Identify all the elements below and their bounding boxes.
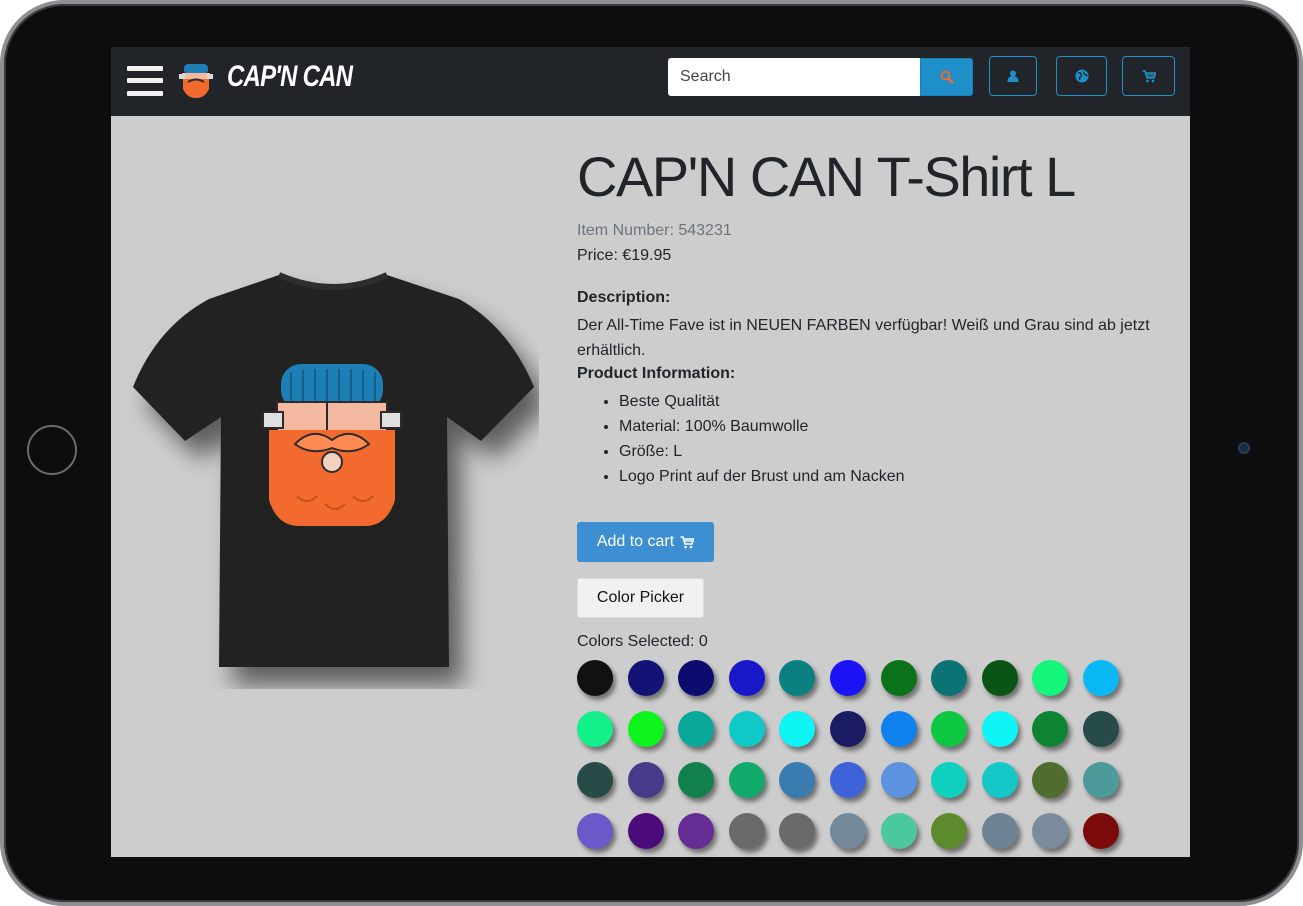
color-swatch[interactable]: [931, 813, 968, 849]
color-swatch[interactable]: [678, 762, 715, 798]
color-swatch[interactable]: [678, 813, 715, 849]
list-item: Logo Print auf der Brust und am Nacken: [619, 464, 905, 489]
color-swatch[interactable]: [678, 711, 715, 747]
item-number: Item Number: 543231: [577, 222, 732, 239]
color-swatch[interactable]: [880, 660, 917, 696]
color-swatch[interactable]: [779, 762, 816, 798]
brand-name[interactable]: CAP'N CAN: [227, 60, 353, 94]
app-screen: CAP'N CAN Search CAP'N CAN T-Shirt L Ite…: [111, 47, 1190, 857]
color-swatch[interactable]: [880, 813, 917, 849]
color-swatch[interactable]: [1032, 813, 1069, 849]
color-swatch[interactable]: [627, 660, 664, 696]
color-swatch[interactable]: [678, 660, 715, 696]
color-swatch[interactable]: [728, 660, 765, 696]
color-swatch[interactable]: [1082, 660, 1119, 696]
description-heading: Description:: [577, 289, 671, 306]
color-swatch-grid: [577, 660, 1137, 849]
color-swatch[interactable]: [1082, 762, 1119, 798]
product-info-heading: Product Information:: [577, 365, 736, 382]
product-title: CAP'N CAN T-Shirt L: [577, 145, 1076, 208]
camera-dot: [1238, 442, 1250, 454]
color-swatch[interactable]: [627, 762, 664, 798]
color-swatch[interactable]: [981, 813, 1018, 849]
color-swatch[interactable]: [577, 660, 613, 696]
cart-icon: [680, 535, 695, 548]
search-button[interactable]: [920, 58, 973, 96]
colors-selected-count: Colors Selected: 0: [577, 633, 708, 650]
color-swatch[interactable]: [728, 762, 765, 798]
hamburger-menu-icon[interactable]: [127, 64, 163, 98]
product-image: [133, 272, 534, 667]
search-icon: [940, 70, 954, 84]
color-swatch[interactable]: [1082, 813, 1119, 849]
color-swatch[interactable]: [880, 711, 917, 747]
color-swatch[interactable]: [779, 813, 816, 849]
color-swatch[interactable]: [829, 711, 866, 747]
color-swatch[interactable]: [1032, 711, 1069, 747]
color-swatch[interactable]: [627, 711, 664, 747]
list-item: Beste Qualität: [619, 389, 905, 414]
color-swatch[interactable]: [1032, 660, 1069, 696]
user-button[interactable]: [989, 56, 1037, 96]
color-swatch[interactable]: [931, 660, 968, 696]
search-input[interactable]: [668, 58, 920, 96]
color-swatch[interactable]: [728, 813, 765, 849]
brand-logo-icon: [179, 64, 213, 98]
color-swatch[interactable]: [880, 762, 917, 798]
list-item: Material: 100% Baumwolle: [619, 414, 905, 439]
language-button[interactable]: [1056, 56, 1107, 96]
add-to-cart-label: Add to cart: [596, 533, 675, 550]
home-button[interactable]: [27, 425, 77, 475]
color-swatch[interactable]: [728, 711, 765, 747]
color-picker-button[interactable]: Color Picker: [577, 578, 704, 618]
color-swatch[interactable]: [577, 813, 613, 849]
cart-icon: [1142, 69, 1156, 82]
color-swatch[interactable]: [981, 762, 1018, 798]
color-swatch[interactable]: [779, 711, 816, 747]
globe-icon: [1075, 69, 1088, 83]
color-swatch[interactable]: [829, 762, 866, 798]
color-swatch[interactable]: [981, 711, 1018, 747]
color-swatch[interactable]: [981, 660, 1018, 696]
product-price: Price: €19.95: [577, 247, 672, 264]
color-swatch[interactable]: [829, 813, 866, 849]
cart-button[interactable]: [1122, 56, 1175, 96]
navbar: CAP'N CAN: [111, 47, 1190, 116]
list-item: Größe: L: [619, 439, 905, 464]
color-swatch[interactable]: [1032, 762, 1069, 798]
color-swatch[interactable]: [931, 762, 968, 798]
user-icon: [1007, 70, 1019, 82]
add-to-cart-button[interactable]: Add to cart: [577, 522, 714, 562]
description-text: Der All-Time Fave ist in NEUEN FARBEN ve…: [577, 317, 1150, 359]
color-swatch[interactable]: [1082, 711, 1119, 747]
color-swatch[interactable]: [829, 660, 866, 696]
color-swatch[interactable]: [627, 813, 664, 849]
product-info-list: Beste Qualität Material: 100% Baumwolle …: [577, 389, 905, 489]
color-swatch[interactable]: [931, 711, 968, 747]
color-swatch[interactable]: [779, 660, 816, 696]
color-swatch[interactable]: [577, 711, 613, 747]
color-swatch[interactable]: [577, 762, 613, 798]
